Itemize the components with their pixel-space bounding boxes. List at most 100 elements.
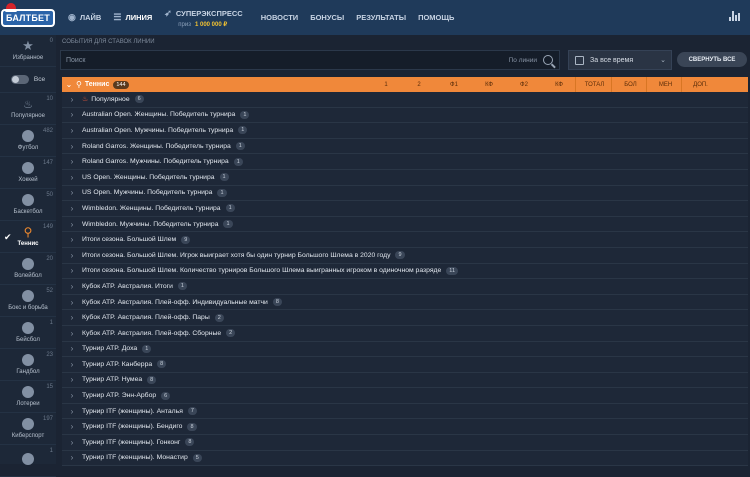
- tournament-row[interactable]: › Турнир ITF (женщины). Анталья 7: [62, 403, 748, 420]
- chevron-right-icon[interactable]: ›: [62, 220, 82, 229]
- nav-results[interactable]: РЕЗУЛЬТАТЫ: [356, 13, 406, 22]
- tournament-row[interactable]: › Wimbledon. Женщины. Победитель турнира 1: [62, 201, 748, 217]
- tournament-row[interactable]: › Roland Garros. Мужчины. Победитель турн…: [62, 154, 748, 170]
- tournament-row[interactable]: › US Open. Мужчины. Победитель турнира 1: [62, 185, 748, 202]
- chevron-right-icon[interactable]: ›: [62, 251, 82, 260]
- nav-results-label: РЕЗУЛЬТАТЫ: [356, 13, 407, 22]
- tennis-icon: ⚲: [23, 225, 33, 239]
- chevron-right-icon[interactable]: ›: [62, 110, 82, 119]
- nav-lines[interactable]: ☰ ЛИНИЯ: [113, 12, 152, 23]
- chevron-right-icon[interactable]: ›: [62, 422, 82, 431]
- tournament-name: Roland Garros. Женщины. Победитель турни…: [82, 142, 231, 150]
- stats-chart-icon[interactable]: [729, 11, 740, 21]
- chevron-right-icon[interactable]: ›: [62, 126, 82, 135]
- sidebar-item-count: 20: [46, 256, 53, 262]
- tournament-name: Популярное: [91, 95, 130, 103]
- sidebar-item-count: 149: [42, 224, 53, 230]
- period-select[interactable]: За все время ⌄: [568, 50, 672, 70]
- chevron-right-icon[interactable]: ›: [62, 282, 82, 291]
- tournament-row[interactable]: › Турнир ITF (женщины). Гонконг 8: [62, 435, 748, 451]
- chevron-right-icon[interactable]: ›: [62, 438, 82, 447]
- chevron-right-icon[interactable]: ›: [62, 266, 82, 275]
- tournament-row[interactable]: › ♨ Популярное 6: [62, 92, 748, 108]
- tournament-row[interactable]: › Кубок ATP. Австралия. Плей-офф. Индивид…: [62, 294, 748, 311]
- sidebar-item-label: Волейбол: [14, 273, 42, 279]
- tournament-row[interactable]: › Australian Open. Мужчины. Победитель ту…: [62, 123, 748, 139]
- chevron-right-icon[interactable]: ›: [62, 375, 82, 384]
- tournament-row[interactable]: › Australian Open. Женщины. Победитель ту…: [62, 107, 748, 124]
- chevron-right-icon[interactable]: ›: [62, 344, 82, 353]
- event-count-badge: 1: [238, 126, 248, 135]
- tournament-row[interactable]: › Турнир ATP. Нумеа 8: [62, 372, 748, 389]
- sport-icon: [22, 453, 34, 465]
- chevron-right-icon[interactable]: ›: [62, 235, 82, 244]
- nav-live[interactable]: ◉ ЛАЙВ: [68, 12, 101, 23]
- chevron-right-icon[interactable]: ›: [62, 298, 82, 307]
- sidebar-item-label: Футбол: [17, 145, 39, 151]
- chevron-right-icon[interactable]: ›: [62, 453, 82, 462]
- sidebar-item[interactable]: ⚲ Теннис 149 ✔: [0, 221, 56, 253]
- nav-help[interactable]: ПОМОЩЬ: [418, 13, 454, 22]
- tournament-row[interactable]: › Кубок ATP. Австралия. Плей-офф. Пары 2: [62, 310, 748, 326]
- sidebar-item[interactable]: ★ Избранное 0: [0, 35, 56, 67]
- sidebar-item[interactable]: Гандбол 23: [0, 349, 56, 381]
- search-icon[interactable]: [543, 55, 553, 65]
- chevron-right-icon[interactable]: ›: [62, 95, 82, 104]
- chevron-right-icon[interactable]: ›: [62, 360, 82, 369]
- sidebar-item[interactable]: Футбол 482: [0, 125, 56, 157]
- chevron-right-icon[interactable]: ›: [62, 188, 82, 197]
- brand-logo[interactable]: БАЛТБЕТ: [0, 0, 56, 35]
- tournament-name: Итоги сезона. Большой Шлем. Игрок выигра…: [82, 251, 391, 259]
- chevron-right-icon[interactable]: ›: [62, 173, 82, 182]
- chevron-right-icon[interactable]: ›: [62, 313, 82, 322]
- tournament-row[interactable]: › Кубок ATP. Австралия. Итоги 1: [62, 279, 748, 295]
- football-icon: [22, 130, 34, 142]
- sidebar-item[interactable]: Бейсбол 1: [0, 317, 56, 349]
- nav-superexpress[interactable]: ➶ СУПЕРЭКСПРЕСС приз 1 000 000 ₽: [164, 8, 242, 28]
- chevron-right-icon[interactable]: ›: [62, 407, 82, 416]
- sidebar-item[interactable]: Волейбол 20: [0, 253, 56, 285]
- tournament-row[interactable]: › Roland Garros. Женщины. Победитель турн…: [62, 138, 748, 155]
- chevron-right-icon[interactable]: ›: [62, 329, 82, 338]
- tournament-name: Кубок ATP. Австралия. Плей-офф. Пары: [82, 314, 210, 322]
- chevron-right-icon[interactable]: ›: [62, 142, 82, 151]
- boxing-icon: [22, 290, 34, 302]
- tournament-name: Турнир ATP. Нумеа: [82, 376, 143, 384]
- tournament-row[interactable]: › Wimbledon. Мужчины. Победитель турнира 1: [62, 216, 748, 233]
- sidebar-item[interactable]: 1: [0, 445, 56, 477]
- chevron-right-icon[interactable]: ›: [62, 204, 82, 213]
- collapse-all-button[interactable]: СВЕРНУТЬ ВСЕ: [677, 52, 747, 67]
- tournament-row[interactable]: › Кубок ATP. Австралия. Плей-офф. Сборные…: [62, 325, 748, 342]
- sidebar-item[interactable]: Бокс и борьба 52: [0, 285, 56, 317]
- sport-header-tennis[interactable]: ⌄ ⚲ Теннис 144 1 2 Ф1 КФ Ф2 КФ ТОТАЛ БОЛ МЕН ДОП.: [62, 77, 748, 92]
- hockey-icon: [22, 162, 34, 174]
- sidebar-item[interactable]: Баскетбол 50: [0, 189, 56, 221]
- tournament-row[interactable]: › Турнир ATP. Доха 1: [62, 341, 748, 358]
- sidebar-item[interactable]: Лотереи 15: [0, 381, 56, 413]
- tournament-row[interactable]: › Турнир ATP. Канберра 8: [62, 357, 748, 373]
- event-count-badge: 2: [214, 313, 224, 322]
- tournament-row[interactable]: › Итоги сезона. Большой Шлем. Количество …: [62, 263, 748, 280]
- tournament-row[interactable]: › Турнир ATP. Энн-Арбор 6: [62, 388, 748, 404]
- tournament-row[interactable]: › US Open. Женщины. Победитель турнира 1: [62, 169, 748, 186]
- sidebar-item[interactable]: Киберспорт 197: [0, 413, 56, 445]
- search-input[interactable]: [61, 56, 491, 64]
- all-toggle[interactable]: Все: [0, 67, 56, 93]
- sidebar-item[interactable]: Хоккей 147: [0, 157, 56, 189]
- tournament-row[interactable]: › Итоги сезона. Большой Шлем. Игрок выигр…: [62, 247, 748, 264]
- market-column-header: ДОП.: [681, 77, 719, 92]
- tournament-row[interactable]: › Турнир ITF (женщины). Бендиго 8: [62, 419, 748, 436]
- chevron-down-icon[interactable]: ⌄: [62, 80, 76, 89]
- sidebar-item-count: 52: [46, 288, 53, 294]
- chevron-right-icon[interactable]: ›: [62, 157, 82, 166]
- chevron-right-icon[interactable]: ›: [62, 391, 82, 400]
- tournament-row[interactable]: › Итоги сезона. Большой Шлем 9: [62, 232, 748, 248]
- tournament-name: Wimbledon. Женщины. Победитель турнира: [82, 204, 221, 212]
- sidebar-item[interactable]: ♨ Популярное 10: [0, 93, 56, 125]
- baseball-icon: [22, 322, 34, 334]
- search-scope-label[interactable]: По линии: [509, 57, 537, 64]
- toggle-switch[interactable]: [10, 75, 29, 84]
- prize-value: 1 000 000 ₽: [195, 21, 228, 28]
- nav-bonuses[interactable]: БОНУСЫ: [310, 13, 344, 22]
- nav-news[interactable]: НОВОСТИ: [261, 13, 299, 22]
